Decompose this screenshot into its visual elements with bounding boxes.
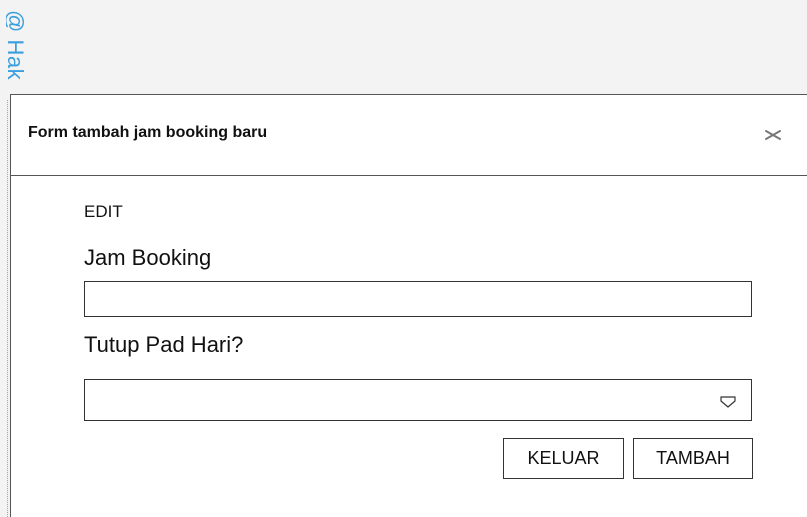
modal-dialog: Form tambah jam booking baru EDIT Jam Bo… — [10, 94, 807, 517]
modal-header: Form tambah jam booking baru — [11, 95, 807, 176]
jam-booking-label: Jam Booking — [84, 245, 212, 270]
jam-booking-input[interactable] — [84, 281, 752, 317]
keluar-button[interactable]: KELUAR — [503, 438, 624, 479]
close-icon — [765, 130, 781, 140]
watermark-text: @ Hak — [6, 10, 26, 81]
tutup-hari-label: Tutup Pad Hari? — [84, 332, 244, 357]
modal-title: Form tambah jam booking baru — [28, 124, 268, 141]
dotted-divider — [7, 100, 8, 517]
tambah-button[interactable]: TAMBAH — [633, 438, 753, 479]
tutup-hari-select[interactable] — [84, 379, 752, 421]
close-button[interactable] — [763, 125, 783, 145]
section-label-edit: EDIT — [84, 202, 123, 221]
page: @ Hak Form tambah jam booking baru EDIT … — [0, 0, 807, 517]
chevron-down-icon — [720, 396, 736, 408]
side-watermark: @ Hak — [6, 8, 26, 98]
